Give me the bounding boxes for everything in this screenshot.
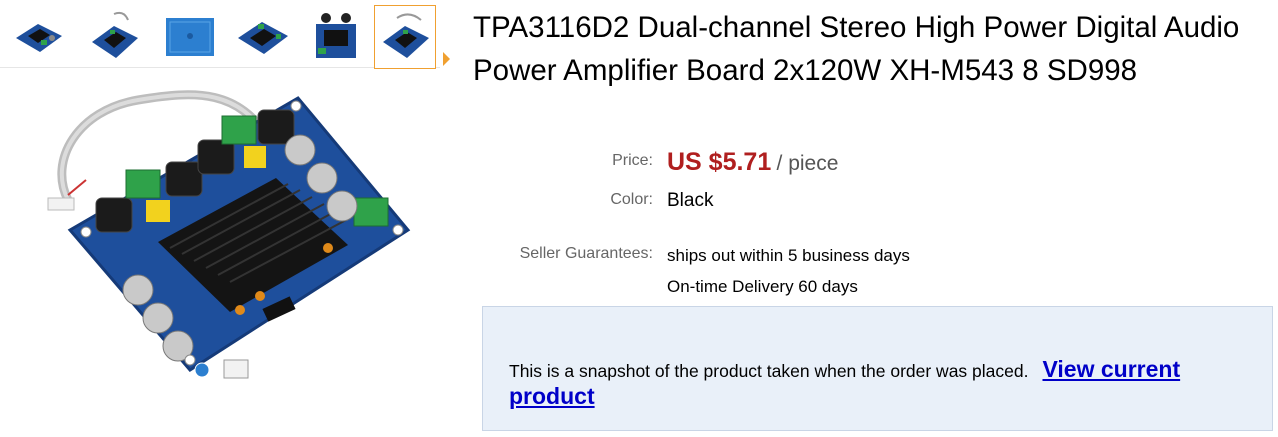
thumbnail-4[interactable]	[232, 8, 292, 66]
thumbnail-2[interactable]	[84, 8, 144, 66]
product-gallery	[0, 0, 450, 437]
color-value: Black	[667, 190, 714, 211]
price-row: US $5.71 / piece	[667, 148, 838, 177]
main-product-image	[8, 70, 438, 436]
snapshot-notice-text: This is a snapshot of the product taken …	[509, 361, 1029, 381]
product-title: TPA3116D2 Dual-channel Stereo High Power…	[473, 11, 1240, 87]
guarantee-shipping: ships out within 5 business days	[667, 246, 910, 265]
thumbnail-strip	[0, 5, 450, 69]
next-thumbnail-arrow-icon[interactable]	[443, 52, 450, 66]
price-value: US $5.71	[667, 148, 772, 176]
price-unit: / piece	[776, 152, 839, 175]
seller-guarantees-label: Seller Guarantees:	[519, 245, 653, 262]
guarantee-delivery: On-time Delivery 60 days	[667, 277, 858, 296]
snapshot-notice-body: This is a snapshot of the product taken …	[509, 357, 1269, 411]
thumbnail-3[interactable]	[160, 8, 220, 66]
price-label: Price:	[612, 152, 653, 169]
color-label: Color:	[610, 191, 653, 208]
thumbnail-6-image	[375, 6, 435, 68]
thumbnail-6-selected[interactable]	[374, 5, 436, 69]
snapshot-notice: This is a snapshot of the product taken …	[482, 306, 1273, 431]
thumbnail-5[interactable]	[306, 8, 366, 66]
thumbnail-1[interactable]	[8, 8, 68, 66]
